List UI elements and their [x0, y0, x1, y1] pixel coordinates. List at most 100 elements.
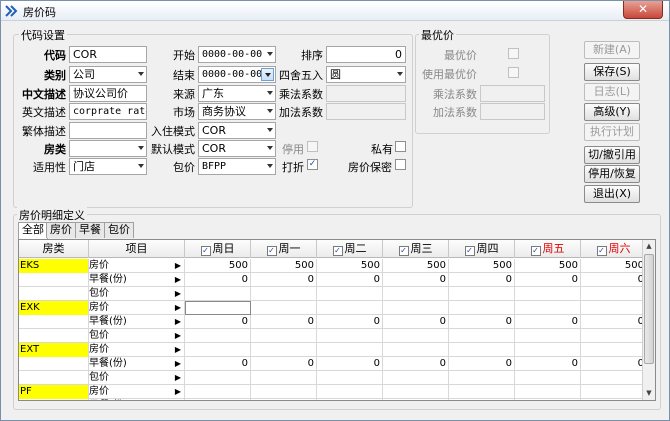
table-row[interactable]: 早餐(份)▶0000000 — [19, 357, 655, 371]
rate-value-cell[interactable]: 500 — [449, 259, 515, 273]
rate-value-cell[interactable]: 0 — [317, 357, 383, 371]
day-checkbox[interactable]: ✓ — [398, 246, 409, 256]
day-checkbox[interactable]: ✓ — [530, 246, 541, 256]
en-desc-input[interactable]: corprate rate — [69, 103, 147, 120]
toggle-reference-button[interactable]: 切/撤引用 — [584, 146, 640, 164]
discount-checkbox[interactable]: ✓ — [307, 159, 318, 170]
tab-all[interactable]: 全部 — [18, 222, 48, 239]
rate-value-cell[interactable] — [251, 329, 317, 343]
day-checkbox[interactable]: ✓ — [200, 246, 211, 256]
day-checkbox[interactable]: ✓ — [596, 246, 607, 256]
rate-value-cell[interactable] — [185, 371, 251, 385]
expand-arrow-icon[interactable]: ▶ — [153, 357, 185, 371]
market-select[interactable]: 商务协议 — [198, 103, 276, 120]
table-row[interactable]: EXK 房价 ▶ — [19, 301, 655, 315]
rate-value-cell[interactable]: 0 — [185, 399, 251, 400]
rate-value-cell[interactable] — [251, 371, 317, 385]
table-row[interactable]: 早餐(份)▶0000000 — [19, 399, 655, 400]
header-day-6[interactable]: ✓ 周六 — [581, 240, 647, 258]
rate-value-cell[interactable] — [449, 287, 515, 301]
rate-value-cell[interactable]: 0 — [449, 357, 515, 371]
expand-arrow-icon[interactable]: ▶ — [153, 301, 185, 315]
rate-value-cell[interactable] — [383, 301, 449, 315]
rate-value-cell[interactable]: 0 — [317, 399, 383, 400]
rate-value-cell[interactable]: 500 — [185, 259, 251, 273]
day-checkbox[interactable]: ✓ — [332, 246, 343, 256]
rate-value-cell[interactable] — [383, 371, 449, 385]
rate-value-cell[interactable]: 500 — [383, 259, 449, 273]
rate-value-cell[interactable]: 500 — [581, 259, 647, 273]
header-day-2[interactable]: ✓ 周二 — [317, 240, 383, 258]
toggle-enable-button[interactable]: 停用/恢复 — [584, 165, 640, 183]
rate-value-cell[interactable]: 0 — [185, 357, 251, 371]
rate-value-cell[interactable]: 0 — [581, 399, 647, 400]
rate-value-cell[interactable]: 0 — [383, 399, 449, 400]
rate-value-cell[interactable] — [581, 385, 647, 399]
rate-value-cell[interactable]: 0 — [449, 273, 515, 287]
rate-value-cell[interactable]: 0 — [383, 357, 449, 371]
rate-value-cell[interactable] — [581, 371, 647, 385]
table-row[interactable]: 包价 ▶ — [19, 287, 655, 301]
rate-value-cell[interactable]: 500 — [515, 259, 581, 273]
rate-value-cell[interactable]: 0 — [449, 315, 515, 329]
rate-value-cell[interactable] — [449, 343, 515, 357]
rate-value-cell[interactable] — [515, 371, 581, 385]
header-day-5[interactable]: ✓ 周五 — [515, 240, 581, 258]
expand-arrow-icon[interactable]: ▶ — [153, 399, 185, 400]
expand-arrow-icon[interactable]: ▶ — [153, 371, 185, 385]
rate-value-cell[interactable] — [185, 287, 251, 301]
rate-value-cell[interactable] — [449, 301, 515, 315]
tab-breakfast[interactable]: 早餐 — [75, 222, 105, 238]
rate-value-cell[interactable]: 0 — [581, 273, 647, 287]
rate-value-cell[interactable] — [515, 385, 581, 399]
vertical-scrollbar[interactable]: ▲ ▼ — [642, 240, 655, 400]
rate-value-cell[interactable] — [515, 301, 581, 315]
table-row[interactable]: PF 房价 ▶ — [19, 385, 655, 399]
header-day-1[interactable]: ✓ 周一 — [251, 240, 317, 258]
sort-input[interactable]: 0 — [326, 46, 406, 63]
close-button[interactable]: ✕ — [623, 1, 663, 19]
table-row[interactable]: 包价 ▶ — [19, 329, 655, 343]
rate-value-cell[interactable] — [449, 329, 515, 343]
rate-value-cell[interactable]: 0 — [515, 315, 581, 329]
scrollbar-thumb[interactable] — [644, 254, 654, 364]
exit-button[interactable]: 退出(X) — [584, 185, 640, 203]
rate-value-cell[interactable] — [515, 343, 581, 357]
rate-value-cell[interactable]: 0 — [317, 315, 383, 329]
best-rate-checkbox[interactable] — [508, 48, 519, 59]
rate-value-cell[interactable] — [251, 287, 317, 301]
table-row[interactable]: EXT 房价 ▶ — [19, 343, 655, 357]
checkin-mode-select[interactable]: COR — [198, 122, 276, 139]
save-button[interactable]: 保存(S) — [584, 63, 640, 81]
table-row[interactable]: 早餐(份)▶0000000 — [19, 315, 655, 329]
rate-value-cell[interactable] — [251, 385, 317, 399]
tab-package[interactable]: 包价 — [104, 222, 134, 238]
rate-value-cell[interactable] — [581, 301, 647, 315]
rate-value-cell[interactable] — [317, 343, 383, 357]
rate-value-cell[interactable]: 0 — [251, 273, 317, 287]
rate-value-cell[interactable] — [317, 287, 383, 301]
rate-value-cell[interactable]: 500 — [251, 259, 317, 273]
scroll-down-icon[interactable]: ▼ — [644, 388, 654, 399]
header-day-3[interactable]: ✓ 周三 — [383, 240, 449, 258]
code-input[interactable]: COR — [69, 46, 147, 63]
rate-value-cell[interactable] — [185, 329, 251, 343]
day-checkbox[interactable]: ✓ — [266, 246, 277, 256]
day-checkbox[interactable]: ✓ — [464, 246, 475, 256]
rate-value-cell[interactable]: 0 — [251, 315, 317, 329]
rate-value-cell[interactable]: 500 — [317, 259, 383, 273]
source-select[interactable]: 广东 — [198, 85, 276, 102]
rate-value-cell[interactable] — [515, 329, 581, 343]
rate-value-cell[interactable]: 0 — [515, 357, 581, 371]
expand-arrow-icon[interactable]: ▶ — [153, 287, 185, 301]
rate-value-cell[interactable] — [251, 343, 317, 357]
rate-value-cell[interactable]: 0 — [251, 399, 317, 400]
exec-plan-button[interactable]: 执行计划 — [584, 123, 640, 141]
rate-value-cell[interactable]: 0 — [515, 273, 581, 287]
rate-value-cell[interactable] — [185, 385, 251, 399]
table-row[interactable]: 早餐(份)▶0000000 — [19, 273, 655, 287]
rate-value-cell[interactable]: 0 — [317, 273, 383, 287]
expand-arrow-icon[interactable]: ▶ — [153, 385, 185, 399]
end-date-select[interactable]: 0000-00-00 — [198, 66, 276, 83]
rate-value-cell[interactable]: 0 — [251, 357, 317, 371]
